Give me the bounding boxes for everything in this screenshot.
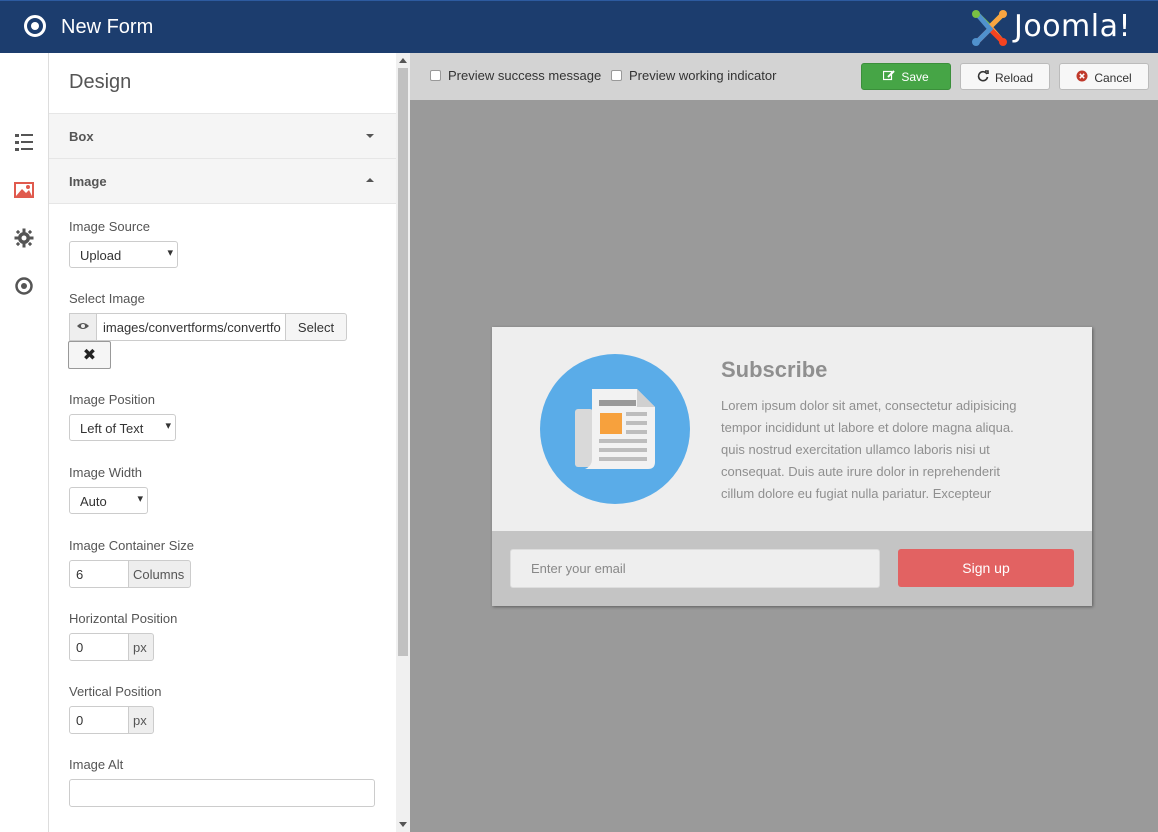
preview-body-text: Lorem ipsum dolor sit amet, consectetur … — [721, 398, 1017, 501]
reload-label: Reload — [994, 71, 1034, 85]
image-alt-input[interactable] — [69, 779, 375, 807]
scroll-thumb[interactable] — [398, 68, 408, 656]
joomla-logo: Joomla! — [970, 9, 1150, 47]
accordion-box[interactable]: Box — [49, 114, 396, 159]
image-width-label: Image Width — [69, 465, 142, 480]
scroll-down-icon[interactable] — [399, 822, 407, 827]
preview-working-label: Preview working indicator — [629, 68, 777, 83]
save-label: Save — [901, 70, 929, 84]
container-size-input[interactable]: 6 — [69, 560, 129, 588]
accordion-image[interactable]: Image — [49, 159, 396, 204]
preview-success-checkbox[interactable] — [430, 70, 441, 81]
save-button[interactable]: Save — [861, 63, 951, 90]
cancel-label: Cancel — [1094, 71, 1132, 85]
image-position-select[interactable]: Left of Text — [69, 414, 176, 441]
image-width-select[interactable]: Auto — [69, 487, 148, 514]
top-header: New Form Joomla! — [0, 0, 1158, 53]
list-icon[interactable] — [14, 132, 34, 152]
image-alt-label: Image Alt — [69, 757, 124, 772]
joomla-wordmark: Joomla! — [1014, 9, 1132, 44]
vertical-position-input[interactable]: 0 — [69, 706, 129, 734]
panel-title: Design — [69, 71, 132, 93]
vertical-position-unit: px — [128, 706, 154, 734]
cancel-circle-icon — [1076, 70, 1088, 85]
cancel-button[interactable]: Cancel — [1059, 63, 1149, 90]
panel-scrollbar[interactable] — [396, 53, 410, 832]
container-size-group: 6 Columns — [69, 560, 191, 588]
image-position-value: Left of Text — [80, 421, 144, 436]
form-footer: Enter your email Sign up — [492, 531, 1092, 606]
target-icon[interactable] — [14, 276, 34, 296]
design-panel: Design Box Image Image Source Upload Sel… — [49, 53, 396, 832]
accordion-box-label: Box — [69, 129, 94, 144]
eye-icon[interactable] — [69, 313, 97, 341]
preview-heading: Subscribe — [721, 357, 828, 382]
select-image-group: images/convertforms/convertfo Select — [69, 313, 347, 341]
image-source-label: Image Source — [69, 219, 150, 234]
newspaper-image — [540, 354, 690, 504]
accordion-image-label: Image — [69, 174, 107, 189]
preview-working-checkbox[interactable] — [611, 70, 622, 81]
preview-canvas: Subscribe Lorem ipsum dolor sit amet, co… — [410, 100, 1158, 832]
gear-icon[interactable] — [14, 228, 34, 248]
image-position-label: Image Position — [69, 392, 155, 407]
newspaper-icon — [575, 389, 655, 469]
select-image-label: Select Image — [69, 291, 145, 306]
image-icon[interactable] — [14, 180, 34, 200]
vertical-position-label: Vertical Position — [69, 684, 162, 699]
image-width-value: Auto — [80, 494, 107, 509]
clear-image-button[interactable]: ✖ — [68, 341, 111, 369]
chevron-up-icon — [366, 178, 374, 182]
refresh-icon — [977, 70, 989, 85]
joomla-mark-icon — [972, 10, 1007, 46]
signup-button[interactable]: Sign up — [898, 549, 1074, 587]
vertical-position-group: 0 px — [69, 706, 154, 734]
scroll-up-icon[interactable] — [399, 58, 407, 63]
page-title: New Form — [61, 16, 154, 38]
preview-success-label: Preview success message — [448, 68, 602, 83]
email-input[interactable]: Enter your email — [510, 549, 880, 588]
icon-rail — [0, 53, 49, 832]
horizontal-position-label: Horizontal Position — [69, 611, 178, 626]
select-image-button[interactable]: Select — [285, 313, 347, 341]
horizontal-position-input[interactable]: 0 — [69, 633, 129, 661]
form-preview: Subscribe Lorem ipsum dolor sit amet, co… — [492, 327, 1092, 606]
edit-icon — [883, 70, 896, 84]
convertforms-logo-icon — [24, 15, 46, 37]
reload-button[interactable]: Reload — [960, 63, 1050, 90]
image-source-select[interactable]: Upload — [69, 241, 178, 268]
container-size-label: Image Container Size — [69, 538, 195, 553]
horizontal-position-group: 0 px — [69, 633, 154, 661]
preview-toolbar: Preview success message Preview working … — [410, 53, 1158, 100]
horizontal-position-unit: px — [128, 633, 154, 661]
chevron-down-icon — [366, 134, 374, 138]
select-image-path[interactable]: images/convertforms/convertfo — [96, 313, 286, 341]
container-size-unit: Columns — [128, 560, 191, 588]
image-source-value: Upload — [80, 248, 122, 263]
